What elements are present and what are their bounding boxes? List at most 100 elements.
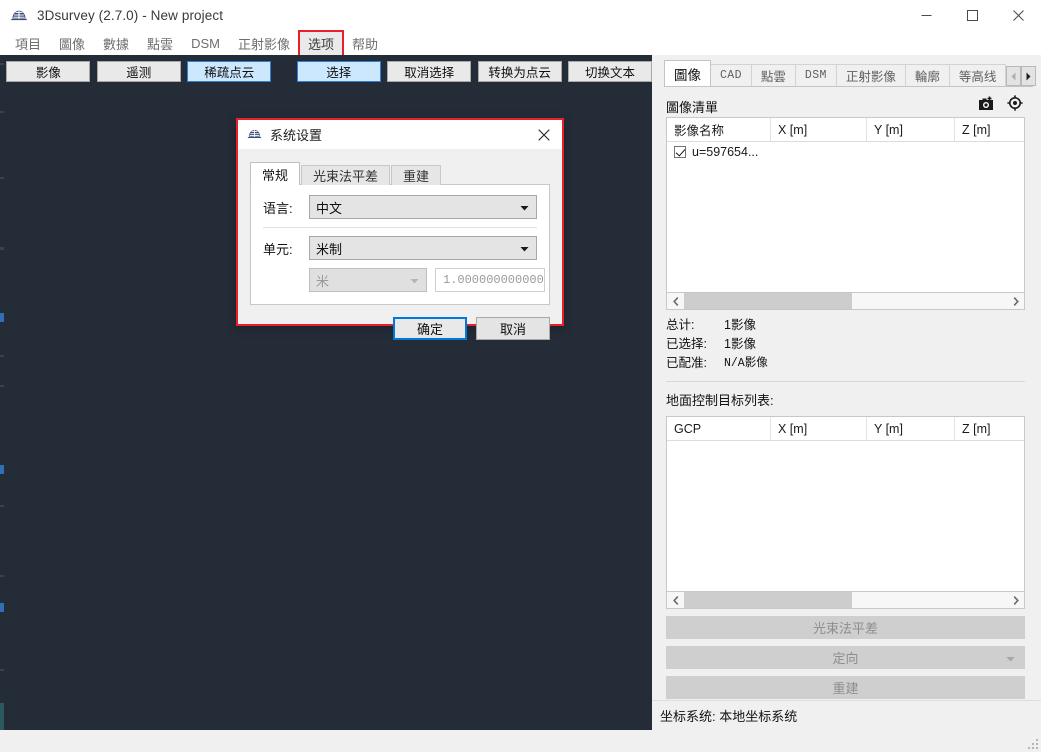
- gcp-list-table[interactable]: GCP X [m] Y [m] Z [m]: [666, 416, 1025, 592]
- image-list-hscrollbar[interactable]: [666, 293, 1025, 310]
- menu-item-data[interactable]: 數據: [95, 32, 137, 55]
- window-title: 3Dsurvey (2.7.0) - New project: [37, 8, 224, 23]
- minimize-icon[interactable]: [903, 0, 949, 31]
- language-row: 语言: 中文: [263, 195, 537, 219]
- toolbar-button-deselect[interactable]: 取消选择: [387, 60, 472, 82]
- column-image-name: 影像名称: [667, 118, 771, 141]
- menu-bar: 項目 圖像 數據 點雲 DSM 正射影像 选项 帮助: [0, 31, 1041, 55]
- gcp-list-hscrollbar[interactable]: [666, 592, 1025, 609]
- gcp-scroll-left-icon[interactable]: [667, 592, 684, 608]
- stat-total-label: 总计:: [666, 318, 695, 332]
- tab-cad[interactable]: CAD: [710, 64, 752, 86]
- stat-selected-label: 已选择:: [666, 337, 707, 351]
- unit-sub-value: 米: [316, 273, 330, 289]
- image-list-header-row: 影像名称 X [m] Y [m] Z [m]: [667, 118, 1024, 142]
- tab-orthophoto[interactable]: 正射影像: [835, 64, 906, 86]
- row-checkbox[interactable]: [674, 146, 686, 158]
- tab-contour-lines[interactable]: 等高线: [948, 64, 1007, 86]
- stat-selected-value: 1影像: [724, 337, 756, 351]
- right-panel: 圖像 CAD 點雲 DSM 正射影像 輪廓 等高线 圖像清單 影像名称 X [m…: [652, 55, 1041, 730]
- column-z: Z [m]: [962, 122, 991, 137]
- 3dsurvey-logo-icon: [9, 6, 29, 26]
- menu-item-images[interactable]: 圖像: [51, 32, 93, 55]
- bundle-adjustment-button[interactable]: 光束法平差: [666, 616, 1025, 639]
- add-camera-icon[interactable]: [978, 96, 995, 114]
- system-settings-dialog: 系统设置 常规 光束法平差 重建 语言: 中文 单元: 米制 米 1.00000…: [236, 118, 564, 340]
- dialog-tab-bundle-adjustment[interactable]: 光束法平差: [301, 165, 391, 185]
- orientation-label: 定向: [832, 651, 859, 666]
- scroll-left-icon[interactable]: [667, 293, 684, 309]
- tab-dsm[interactable]: DSM: [794, 64, 837, 86]
- chevron-down-icon: [410, 273, 419, 288]
- toolbar-button-toggle-text[interactable]: 切换文本: [568, 60, 652, 82]
- language-select[interactable]: 中文: [309, 195, 537, 219]
- stat-selected: 已选择: 1影像: [666, 335, 1041, 354]
- menu-item-options[interactable]: 选项: [299, 31, 342, 55]
- unit-detail-row: 米 1.000000000000: [263, 268, 545, 292]
- image-stats: 总计: 1影像 已选择: 1影像 已配准: N/A影像: [652, 316, 1041, 373]
- gcp-scroll-thumb[interactable]: [684, 592, 852, 608]
- coordinate-system-status: 坐标系统: 本地坐标系统: [660, 709, 798, 724]
- tab-scroll-buttons: [1006, 66, 1037, 86]
- unit-value: 米制: [316, 241, 343, 257]
- title-bar: 3Dsurvey (2.7.0) - New project: [0, 0, 1041, 32]
- toolbar-button-convert-to-pointcloud[interactable]: 转换为点云: [477, 60, 562, 82]
- scroll-right-icon[interactable]: [1007, 293, 1024, 309]
- unit-factor-field[interactable]: 1.000000000000: [435, 268, 545, 292]
- stat-registered-label: 已配准:: [666, 356, 707, 370]
- menu-item-help[interactable]: 帮助: [344, 32, 386, 55]
- stat-registered-value: N/A影像: [724, 357, 768, 370]
- menu-item-orthophoto[interactable]: 正射影像: [230, 32, 298, 55]
- menu-item-pointcloud[interactable]: 點雲: [139, 32, 181, 55]
- ok-button[interactable]: 确定: [393, 317, 467, 340]
- unit-row: 单元: 米制: [263, 236, 537, 260]
- dialog-body: 常规 光束法平差 重建 语言: 中文 单元: 米制 米 1.0000000000…: [238, 150, 562, 305]
- column-gcp-x: X [m]: [771, 417, 867, 440]
- stat-total-value: 1影像: [724, 318, 756, 332]
- dialog-tab-reconstruction[interactable]: 重建: [391, 165, 442, 185]
- dialog-tab-general[interactable]: 常规: [250, 162, 301, 185]
- language-value: 中文: [316, 200, 343, 216]
- toolbar-button-telemetry[interactable]: 遥测: [96, 60, 181, 82]
- gcp-header-row: GCP X [m] Y [m] Z [m]: [667, 417, 1024, 441]
- close-icon[interactable]: [995, 0, 1041, 31]
- panel-tab-strip: 圖像 CAD 點雲 DSM 正射影像 輪廓 等高线: [664, 60, 1037, 87]
- reconstruct-button[interactable]: 重建: [666, 676, 1025, 699]
- status-bar: 坐标系统: 本地坐标系统: [652, 700, 1041, 729]
- scroll-thumb[interactable]: [684, 293, 852, 309]
- maximize-icon[interactable]: [949, 0, 995, 31]
- language-label: 语言:: [263, 200, 293, 216]
- chevron-left-icon[interactable]: [1006, 66, 1022, 86]
- tab-images[interactable]: 圖像: [664, 60, 711, 86]
- column-gcp-z: Z [m]: [962, 421, 991, 436]
- target-icon[interactable]: [1007, 95, 1023, 114]
- menu-item-project[interactable]: 項目: [7, 32, 49, 55]
- image-list-table[interactable]: 影像名称 X [m] Y [m] Z [m] u=597654...: [666, 117, 1025, 293]
- resize-grip[interactable]: [1026, 737, 1038, 749]
- 3dsurvey-logo-icon: [246, 126, 263, 143]
- orientation-button[interactable]: 定向: [666, 646, 1025, 669]
- gcp-scroll-right-icon[interactable]: [1007, 592, 1024, 608]
- unit-select[interactable]: 米制: [309, 236, 537, 260]
- toolbar-button-sparse-pointcloud[interactable]: 稀疏点云: [187, 60, 272, 82]
- window-controls: [903, 0, 1041, 31]
- table-row[interactable]: u=597654...: [667, 142, 1024, 162]
- column-y: Y [m]: [867, 118, 955, 141]
- dialog-buttons: 确定 取消: [238, 317, 550, 340]
- dialog-close-icon[interactable]: [526, 120, 562, 149]
- gcp-list-title: 地面控制目标列表:: [666, 393, 774, 408]
- column-x: X [m]: [771, 118, 867, 141]
- stat-total: 总计: 1影像: [666, 316, 1041, 335]
- menu-item-dsm[interactable]: DSM: [183, 34, 228, 53]
- viewport-toolbar: 影像 遥测 稀疏点云 选择 取消选择 转换为点云 切换文本: [0, 55, 652, 87]
- unit-label: 单元:: [263, 241, 293, 257]
- panel-divider: [666, 381, 1025, 382]
- stat-registered: 已配准: N/A影像: [666, 354, 1041, 373]
- tab-pointcloud[interactable]: 點雲: [750, 64, 796, 86]
- dialog-pane-general: 语言: 中文 单元: 米制 米 1.000000000000: [250, 184, 550, 305]
- toolbar-button-images[interactable]: 影像: [6, 60, 91, 82]
- tab-contour[interactable]: 輪廓: [904, 64, 950, 86]
- chevron-right-icon[interactable]: [1021, 66, 1037, 86]
- toolbar-button-select[interactable]: 选择: [296, 60, 381, 82]
- cancel-button[interactable]: 取消: [476, 317, 550, 340]
